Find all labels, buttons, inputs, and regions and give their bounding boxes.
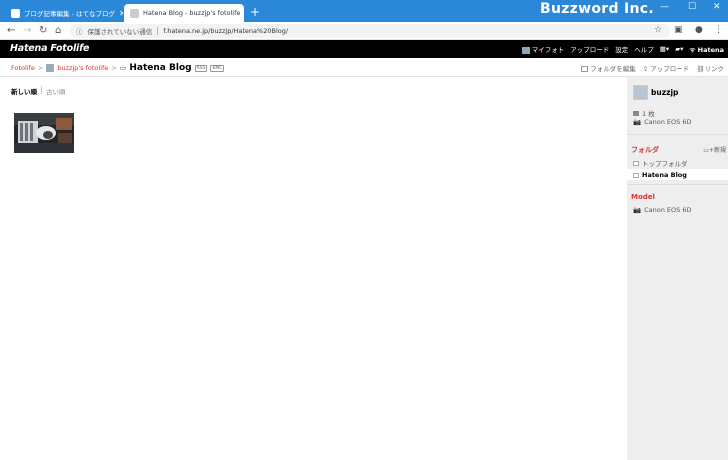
tab-label: ブログ記事編集 - はてなブログ (24, 10, 115, 18)
new-tab-icon[interactable]: + (250, 5, 260, 19)
edit-folder-icon (581, 66, 589, 72)
browser-titlebar: ブログ記事編集 - はてなブログ ✕ Hatena Blog - buzzjp'… (0, 0, 728, 22)
sidebar: buzzjp 1 枚 📷 Canon EOS 6D フォルダ ▭+新規 トップフ… (627, 77, 728, 460)
tab-label: Hatena Blog - buzzjp's fotolife (143, 9, 241, 17)
photo-image (14, 113, 74, 153)
fotolife-logo[interactable]: Hatena Fotolife (10, 43, 89, 54)
breadcrumb: Fotolife > buzzjp's fotolife > ▭ Hatena … (0, 58, 728, 77)
edit-folder-link[interactable]: フォルダを編集 (581, 63, 636, 73)
menu-kebab-icon[interactable]: ⋮ (714, 25, 723, 35)
upload-link[interactable]: ⇪ アップロード (643, 63, 690, 73)
camera-icon: 📷 (633, 118, 642, 126)
camera-info[interactable]: 📷 Canon EOS 6D (633, 118, 691, 126)
bookmark-star-icon[interactable]: ☆ (654, 25, 662, 35)
fotolife-favicon (130, 8, 139, 18)
folder-icon (633, 172, 639, 178)
separator (157, 27, 159, 35)
link-icon: ⛓ (696, 65, 705, 73)
breadcrumb-separator: > (37, 64, 44, 72)
photos-icon (633, 110, 639, 116)
upload-icon: ⇪ (642, 65, 649, 73)
security-label: 保護されていない通信 (87, 28, 153, 36)
omnibox[interactable]: ⓘ 保護されていない通信 f.hatena.ne.jp/buzzjp/Haten… (70, 24, 670, 38)
model-item[interactable]: 📷 Canon EOS 6D (633, 206, 691, 214)
url-text: f.hatena.ne.jp/buzzjp/Hatena%20Blog/ (163, 27, 289, 35)
photo-thumbnail[interactable] (14, 113, 74, 153)
address-bar: ← → ↻ ⌂ ⓘ 保護されていない通信 f.hatena.ne.jp/buzz… (0, 22, 728, 40)
breadcrumb-user[interactable]: buzzjp's fotolife (57, 64, 108, 72)
breadcrumb-separator: > (111, 64, 117, 72)
rss-badge[interactable]: RSS (194, 64, 208, 72)
sort-options: 新しい順 古い順 (11, 86, 66, 96)
new-folder-link[interactable]: ▭+新規 (703, 145, 726, 154)
minimize-icon[interactable]: — (660, 2, 669, 12)
close-window-icon[interactable]: ✕ (713, 2, 721, 12)
divider (627, 134, 728, 135)
link-link[interactable]: ⛓リンク (696, 63, 724, 73)
tab-close-icon[interactable]: ✕ (119, 9, 123, 18)
breadcrumb-fotolife[interactable]: Fotolife (11, 64, 35, 72)
sort-newest[interactable]: 新しい順 (11, 86, 37, 96)
folder-item-hatena-blog[interactable]: Hatena Blog (633, 171, 687, 179)
home-icon[interactable]: ⌂ (55, 25, 61, 37)
folder-icon (633, 160, 639, 166)
photo-count: 1 枚 (633, 108, 655, 118)
nav-settings[interactable]: 設定 (615, 44, 628, 54)
separator (41, 86, 42, 94)
sort-oldest[interactable]: 古い順 (46, 86, 66, 96)
back-icon[interactable]: ← (7, 25, 15, 37)
profile-icon[interactable]: ● (695, 25, 703, 35)
notifications-icon[interactable]: ▰▾ (675, 45, 683, 53)
tab-fotolife[interactable]: Hatena Blog - buzzjp's fotolife ✕ (124, 4, 244, 22)
myphoto-icon (521, 46, 530, 54)
hatena-link[interactable]: ᯤ Hatena (689, 45, 724, 54)
camera-icon: 📷 (633, 206, 642, 214)
maximize-icon[interactable]: ☐ (688, 2, 696, 12)
kml-badge[interactable]: KML (210, 64, 224, 72)
folder-item-top[interactable]: トップフォルダ (633, 158, 688, 168)
nav-help[interactable]: ヘルプ (634, 44, 654, 54)
tab-blog-edit[interactable]: ブログ記事編集 - はてなブログ ✕ (5, 4, 123, 22)
extension-icon[interactable]: ▣ (674, 25, 683, 35)
folder-heading: フォルダ (631, 146, 659, 154)
apps-grid-icon[interactable]: ▦▾ (660, 45, 669, 53)
divider (627, 184, 728, 185)
hatena-blog-favicon (11, 8, 20, 18)
model-heading: Model (631, 193, 655, 201)
avatar (633, 85, 648, 100)
folder-icon: ▭ (119, 64, 127, 72)
username: buzzjp (651, 88, 679, 97)
hatena-header: Hatena Fotolife マイフォト アップロード 設定 ヘルプ ▦▾ ▰… (0, 40, 728, 58)
window-brand: Buzzword Inc. (540, 1, 654, 17)
nav-upload[interactable]: アップロード (570, 44, 609, 54)
forward-icon[interactable]: → (23, 25, 31, 37)
info-icon[interactable]: ⓘ (76, 26, 83, 36)
nav-myphoto[interactable]: マイフォト (521, 44, 564, 54)
avatar (46, 64, 55, 72)
header-nav: マイフォト アップロード 設定 ヘルプ ▦▾ ▰▾ ᯤ Hatena (521, 44, 724, 54)
page-title: Hatena Blog (129, 63, 192, 73)
reload-icon[interactable]: ↻ (39, 25, 47, 37)
user-profile[interactable]: buzzjp (633, 85, 678, 100)
